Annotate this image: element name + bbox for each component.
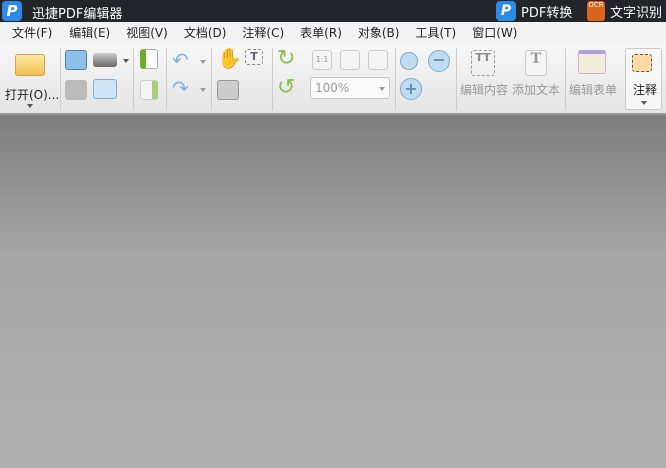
menu-object[interactable]: 对象(B)	[342, 22, 400, 44]
fit-page-icon[interactable]	[340, 50, 360, 70]
redo-dropdown-icon[interactable]	[200, 88, 206, 92]
snapshot-icon[interactable]	[217, 80, 239, 100]
menu-edit[interactable]: 编辑(E)	[52, 22, 110, 44]
export-page-icon[interactable]	[140, 80, 158, 100]
undo-icon[interactable]: ↶	[172, 48, 189, 72]
document-area[interactable]	[0, 115, 666, 468]
chevron-down-icon	[641, 101, 647, 105]
fit-width-icon[interactable]	[368, 50, 388, 70]
toolbar: 打开(O)... ↶ ↷ ✋ T ↻ ↺ 1:1 100% − + TT 编辑内…	[0, 44, 666, 114]
zoom-select[interactable]: 100%	[310, 77, 390, 99]
pdf-convert-icon: P	[496, 1, 516, 21]
menu-document[interactable]: 文档(D)	[168, 22, 227, 44]
add-text-button[interactable]: T 添加文本	[511, 48, 563, 108]
app-title: 迅捷PDF编辑器	[32, 7, 123, 22]
title-bar: P 迅捷PDF编辑器 P PDF转换 OCR 文字识别	[0, 0, 666, 22]
menu-file[interactable]: 文件(F)	[0, 22, 52, 44]
email-icon[interactable]	[93, 79, 117, 99]
chevron-down-icon	[27, 104, 33, 108]
edit-content-label: 编辑内容	[460, 83, 509, 97]
ocr-icon: OCR	[587, 1, 605, 21]
menu-tools[interactable]: 工具(T)	[399, 22, 456, 44]
menu-bar: 文件(F) 编辑(E) 视图(V) 文档(D) 注释(C) 表单(R) 对象(B…	[0, 22, 666, 44]
hand-tool-icon[interactable]: ✋	[217, 46, 242, 70]
edit-form-button[interactable]: 编辑表单	[568, 48, 620, 108]
pdf-convert-label: PDF转换	[521, 5, 573, 21]
rotate-cw-icon[interactable]: ↻	[277, 46, 295, 71]
menu-window[interactable]: 窗口(W)	[456, 22, 517, 44]
redo-icon[interactable]: ↷	[172, 76, 189, 100]
ocr-label: 文字识别	[610, 5, 663, 21]
annotate-button[interactable]: 注释	[625, 48, 662, 110]
edit-form-label: 编辑表单	[569, 83, 618, 97]
menu-view[interactable]: 视图(V)	[110, 22, 168, 44]
annotate-label: 注释	[633, 83, 658, 97]
menu-form[interactable]: 表单(R)	[284, 22, 342, 44]
select-text-icon[interactable]: T	[245, 49, 263, 65]
undo-dropdown-icon[interactable]	[200, 60, 206, 64]
zoom-out-icon[interactable]: −	[428, 50, 450, 72]
zoom-value: 100%	[315, 81, 350, 95]
folder-icon	[15, 54, 45, 76]
scanner-icon[interactable]	[93, 53, 117, 67]
scanner-dropdown-icon[interactable]	[123, 59, 129, 63]
zoom-in-marquee-icon[interactable]	[400, 52, 418, 70]
annotate-icon	[632, 54, 652, 72]
app-logo-icon: P	[2, 1, 22, 21]
menu-comment[interactable]: 注释(C)	[226, 22, 284, 44]
pdf-convert-button[interactable]: P PDF转换	[496, 0, 572, 22]
zoom-in-icon[interactable]: +	[400, 78, 422, 100]
print-icon[interactable]	[65, 80, 87, 100]
add-text-icon: T	[525, 50, 547, 76]
edit-content-button[interactable]: TT 编辑内容	[459, 48, 511, 108]
edit-form-icon	[578, 50, 606, 74]
import-page-icon[interactable]	[140, 49, 158, 69]
chevron-down-icon	[379, 87, 385, 91]
save-icon[interactable]	[65, 50, 87, 70]
open-label: 打开(O)...	[5, 88, 60, 102]
rotate-ccw-icon[interactable]: ↺	[277, 75, 295, 100]
open-button[interactable]: 打开(O)...	[2, 48, 60, 110]
actual-size-button[interactable]: 1:1	[312, 50, 332, 70]
edit-content-icon: TT	[471, 50, 495, 76]
ocr-button[interactable]: OCR 文字识别	[587, 0, 662, 22]
add-text-label: 添加文本	[512, 83, 561, 97]
